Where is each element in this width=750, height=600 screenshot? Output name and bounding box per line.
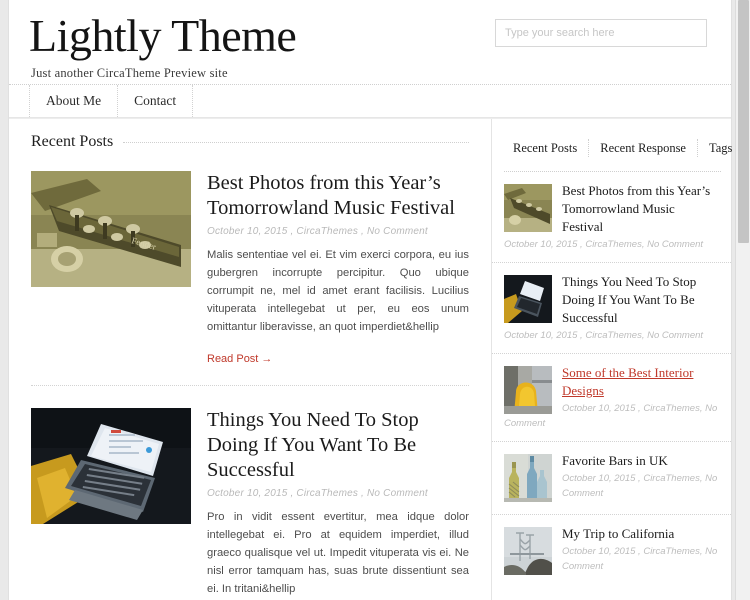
post-excerpt: Pro in vidit essent evertitur, mea idque… bbox=[207, 511, 469, 595]
nav-item-contact[interactable]: Contact bbox=[117, 85, 194, 117]
list-item: Favorite Bars in UK October 10, 2015 , C… bbox=[492, 442, 731, 515]
nav-item-about-me[interactable]: About Me bbox=[29, 85, 119, 117]
tab-recent-response[interactable]: Recent Response bbox=[589, 139, 698, 157]
post-meta: October 10, 2015 , CircaThemes , No Comm… bbox=[207, 488, 428, 499]
page-title: Recent Posts bbox=[31, 133, 114, 150]
site-tagline: Just another CircaTheme Preview site bbox=[31, 66, 228, 80]
post-item: Fender Best Photos from this Year’s Tomo… bbox=[31, 163, 469, 386]
read-post-link[interactable]: Read Post → bbox=[207, 353, 272, 365]
post-item: Things You Need To Stop Doing If You Wan… bbox=[31, 400, 469, 600]
tab-recent-posts[interactable]: Recent Posts bbox=[502, 139, 590, 157]
sidebar-thumbnail-guitar-headstock[interactable] bbox=[504, 184, 552, 232]
main-column: Recent Posts Fender Best Photos from thi… bbox=[9, 119, 491, 600]
post-thumbnail-guitar-headstock[interactable]: Fender bbox=[31, 171, 191, 287]
sidebar-thumbnail-laptop-on-bed[interactable] bbox=[504, 275, 552, 323]
post-excerpt: Malis sententiae vel ei. Et vim exerci c… bbox=[207, 249, 469, 333]
browser-page: Lightly Theme Just another CircaTheme Pr… bbox=[0, 0, 750, 600]
content-columns: Recent Posts Fender Best Photos from thi… bbox=[9, 118, 732, 600]
sidebar-post-meta: October 10, 2015 , CircaThemes, No Comme… bbox=[504, 239, 704, 250]
site-container: Lightly Theme Just another CircaTheme Pr… bbox=[8, 0, 732, 600]
primary-navigation: About Me Contact bbox=[9, 84, 731, 118]
sidebar-thumbnail-bottles-bar[interactable] bbox=[504, 454, 552, 502]
sidebar-tabs: Recent Posts Recent Response Tags bbox=[492, 133, 732, 163]
post-title[interactable]: Things You Need To Stop Doing If You Wan… bbox=[207, 408, 469, 483]
list-item: My Trip to California October 10, 2015 ,… bbox=[492, 515, 731, 587]
search-input[interactable] bbox=[495, 19, 707, 47]
scrollbar-thumb[interactable] bbox=[738, 0, 749, 243]
post-body: Things You Need To Stop Doing If You Wan… bbox=[207, 408, 469, 600]
list-item: Things You Need To Stop Doing If You Wan… bbox=[492, 263, 731, 354]
list-item: Some of the Best Interior Designs Octobe… bbox=[492, 354, 731, 442]
search-form bbox=[495, 19, 707, 47]
site-header: Lightly Theme Just another CircaTheme Pr… bbox=[9, 0, 731, 84]
post-body: Best Photos from this Year’s Tomorrowlan… bbox=[207, 171, 469, 367]
post-thumbnail-laptop-on-bed[interactable] bbox=[31, 408, 191, 524]
divider bbox=[123, 141, 469, 143]
post-title[interactable]: Best Photos from this Year’s Tomorrowlan… bbox=[207, 171, 469, 221]
sidebar-thumbnail-yellow-chair-interior[interactable] bbox=[504, 366, 552, 414]
sidebar-thumbnail-golden-gate-bridge[interactable] bbox=[504, 527, 552, 575]
section-header: Recent Posts bbox=[31, 133, 469, 151]
list-item: Best Photos from this Year’s Tomorrowlan… bbox=[492, 172, 731, 263]
page-scrollbar[interactable] bbox=[735, 0, 750, 600]
post-meta: October 10, 2015 , CircaThemes , No Comm… bbox=[207, 226, 428, 237]
sidebar-post-meta: October 10, 2015 , CircaThemes, No Comme… bbox=[504, 330, 704, 341]
sidebar: Recent Posts Recent Response Tags Best P… bbox=[491, 119, 732, 600]
